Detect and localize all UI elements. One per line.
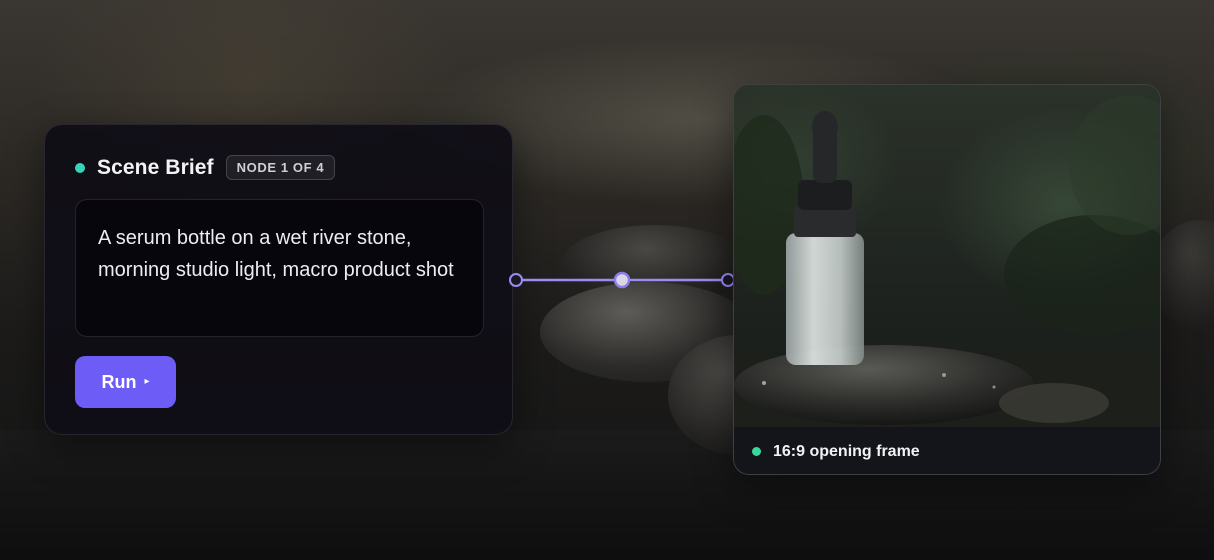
run-button-label: Run — [101, 371, 137, 392]
prompt-text-area[interactable]: A serum bottle on a wet river stone, mor… — [75, 199, 484, 337]
node-header: Scene Brief NODE 1 OF 4 — [75, 155, 336, 180]
connector-handle[interactable] — [613, 271, 631, 289]
frame-caption: 16:9 opening frame — [773, 442, 920, 460]
generated-image[interactable] — [734, 85, 1160, 427]
node-title: Scene Brief — [97, 155, 214, 179]
canvas-background: Scene Brief NODE 1 OF 4 A serum bottle o… — [0, 0, 1214, 560]
node-step-badge: NODE 1 OF 4 — [225, 155, 336, 180]
run-button[interactable]: Run ▸ — [75, 356, 176, 408]
scene-brief-node[interactable]: Scene Brief NODE 1 OF 4 A serum bottle o… — [44, 124, 513, 435]
play-icon: ▸ — [144, 376, 150, 387]
serum-bottle-scene-illustration — [734, 95, 1160, 427]
frame-caption-bar: 16:9 opening frame — [734, 427, 1160, 474]
connector-port-out[interactable] — [509, 273, 523, 287]
output-frame-node[interactable]: 16:9 opening frame — [733, 84, 1161, 475]
status-dot — [752, 447, 761, 456]
node-connector — [509, 271, 735, 289]
status-dot — [75, 162, 85, 173]
